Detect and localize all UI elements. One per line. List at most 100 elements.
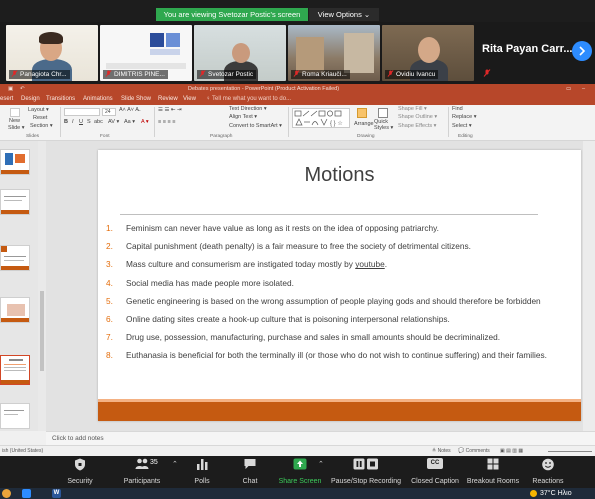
closed-caption-button[interactable]: CC Closed Caption bbox=[411, 456, 459, 488]
select-button[interactable]: Select ▾ bbox=[452, 123, 472, 130]
minimize-icon[interactable]: – bbox=[582, 84, 585, 94]
slide-footer-band bbox=[98, 402, 581, 421]
strikethrough-button[interactable]: S bbox=[87, 119, 91, 126]
ribbon-options-icon[interactable]: ▭ bbox=[566, 84, 571, 94]
tab-slide-show[interactable]: Slide Show bbox=[121, 94, 151, 105]
text-highlight-icon[interactable]: A ▾ bbox=[141, 119, 149, 126]
participants-caret-icon[interactable]: ⌃ bbox=[172, 460, 178, 468]
grow-shrink-font-icon[interactable]: A˄ A˅ A̶ bbox=[119, 107, 139, 114]
tab-design[interactable]: Design bbox=[21, 94, 40, 105]
save-icon[interactable]: ▣ bbox=[8, 84, 13, 94]
security-button[interactable]: Security bbox=[62, 456, 98, 488]
next-participants-button[interactable] bbox=[572, 41, 592, 61]
shapes-gallery[interactable]: { } ☆ bbox=[292, 108, 350, 128]
view-options-button[interactable]: View Options ⌄ bbox=[309, 8, 379, 21]
motion-text-part: Mass culture and consumerism are instiga… bbox=[126, 259, 356, 270]
find-button[interactable]: Find bbox=[452, 106, 463, 113]
bold-button[interactable]: B bbox=[64, 119, 68, 126]
slide-thumbnail[interactable] bbox=[0, 297, 30, 323]
align-text-button[interactable]: Align Text ▾ bbox=[229, 114, 257, 121]
tell-me-search[interactable]: ♀ Tell me what you want to do... bbox=[206, 94, 291, 105]
slide-thumbnail[interactable] bbox=[0, 149, 30, 175]
zoom-app-icon[interactable] bbox=[22, 489, 31, 498]
new-slide-icon[interactable] bbox=[10, 108, 20, 117]
zoom-slider[interactable] bbox=[548, 451, 592, 452]
recording-button[interactable]: Pause/Stop Recording bbox=[331, 456, 401, 488]
share-caret-icon[interactable]: ⌃ bbox=[318, 460, 324, 468]
tab-animations[interactable]: Animations bbox=[83, 94, 113, 105]
polls-button[interactable]: Polls bbox=[188, 456, 216, 488]
tab-view[interactable]: View bbox=[183, 94, 196, 105]
viewing-screen-banner: You are viewing Svetozar Postic's screen bbox=[156, 8, 308, 21]
thumbnail-scrollbar[interactable] bbox=[38, 141, 46, 431]
share-screen-label: Share Screen bbox=[278, 478, 322, 485]
new-slide-button[interactable]: New bbox=[9, 118, 20, 125]
arrange-button[interactable]: Arrange bbox=[354, 121, 374, 128]
text-direction-button[interactable]: Text Direction ▾ bbox=[229, 106, 267, 113]
change-case-icon[interactable]: AV ▾ bbox=[108, 119, 119, 126]
tab-insert[interactable]: esert bbox=[0, 94, 13, 105]
undo-icon[interactable]: ↶ bbox=[20, 84, 25, 94]
motion-number: 3. bbox=[106, 259, 113, 270]
participant-tile[interactable]: DIMITRIS PINE... bbox=[100, 25, 192, 81]
align-icon[interactable]: ≡ ≡ ≡ ≡ bbox=[158, 119, 175, 126]
shape-outline-button[interactable]: Shape Outline ▾ bbox=[398, 114, 437, 121]
font-color-icon[interactable]: Aa ▾ bbox=[124, 119, 135, 126]
slide-scrollbar[interactable] bbox=[583, 141, 595, 431]
shape-effects-button[interactable]: Shape Effects ▾ bbox=[398, 123, 436, 130]
character-spacing-icon[interactable]: abc bbox=[94, 119, 103, 126]
motions-list[interactable]: 1. Feminism can never have value as long… bbox=[106, 223, 562, 361]
bullets-icon[interactable]: ☰ ☰ ⇤ ⇥ bbox=[158, 107, 182, 114]
motion-text: Genetic engineering is based on the wron… bbox=[126, 295, 541, 306]
replace-button[interactable]: Replace ▾ bbox=[452, 114, 476, 121]
chat-label: Chat bbox=[242, 478, 258, 485]
slide[interactable]: Motions 1. Feminism can never have value… bbox=[98, 150, 581, 421]
reactions-button[interactable]: Reactions bbox=[530, 456, 566, 488]
quick-styles-button[interactable]: Quick Styles ▾ bbox=[374, 119, 396, 131]
motion-text: Online dating sites create a hook-up cul… bbox=[126, 314, 450, 325]
chat-button[interactable]: Chat bbox=[236, 456, 264, 488]
participants-count: 35 bbox=[150, 459, 158, 466]
security-label: Security bbox=[67, 478, 93, 485]
arrange-icon bbox=[357, 108, 367, 118]
shape-fill-button[interactable]: Shape Fill ▾ bbox=[398, 106, 427, 113]
italic-button[interactable]: I bbox=[72, 119, 74, 126]
weather-text[interactable]: 37°C Ηλιο bbox=[540, 488, 572, 499]
participant-tile[interactable]: Roma Kriaučì... bbox=[288, 25, 380, 81]
participant-tile[interactable]: Panagiota Chr... bbox=[6, 25, 98, 81]
reset-button[interactable]: Reset bbox=[33, 115, 47, 122]
word-icon[interactable]: W bbox=[52, 489, 61, 498]
slide-canvas: Motions 1. Feminism can never have value… bbox=[46, 141, 595, 431]
participants-label: Participants bbox=[123, 478, 161, 485]
group-paragraph-label: Paragraph bbox=[210, 134, 233, 139]
breakout-rooms-button[interactable]: Breakout Rooms bbox=[467, 456, 519, 488]
layout-button[interactable]: Layout ▾ bbox=[28, 107, 49, 114]
scrollbar-thumb[interactable] bbox=[40, 291, 44, 371]
chrome-icon[interactable] bbox=[2, 489, 11, 498]
participants-button[interactable]: Participants bbox=[118, 456, 166, 488]
tab-transitions[interactable]: Transitions bbox=[46, 94, 75, 105]
participant-name-rita[interactable]: Rita Payan Carr... bbox=[482, 43, 573, 55]
participant-tile[interactable]: Ovidiu Ivancu bbox=[382, 25, 474, 81]
ribbon-divider bbox=[288, 107, 289, 137]
motion-item: 3. Mass culture and consumerism are inst… bbox=[106, 259, 562, 269]
participant-tile[interactable]: Svetozar Postic bbox=[194, 25, 286, 81]
new-slide-dropdown[interactable]: Slide ▾ bbox=[8, 125, 25, 132]
svg-text:{ } ☆: { } ☆ bbox=[330, 120, 343, 127]
convert-smartart-button[interactable]: Convert to SmartArt ▾ bbox=[229, 123, 282, 130]
ppt-window-title: Debates presentation - PowerPoint (Produ… bbox=[188, 86, 340, 92]
bar-chart-icon bbox=[197, 459, 208, 470]
section-button[interactable]: Section ▾ bbox=[30, 123, 53, 130]
share-screen-button[interactable]: Share Screen bbox=[278, 456, 322, 488]
slide-thumbnail[interactable] bbox=[0, 245, 30, 271]
slide-thumbnail[interactable] bbox=[0, 403, 30, 429]
slide-title[interactable]: Motions bbox=[98, 164, 581, 187]
top-banner: You are viewing Svetozar Postic's screen… bbox=[0, 0, 595, 22]
slide-thumbnail-selected[interactable] bbox=[0, 355, 30, 385]
notes-pane[interactable]: Click to add notes bbox=[46, 431, 595, 445]
font-name-field[interactable] bbox=[64, 108, 100, 116]
slide-thumbnail[interactable] bbox=[0, 189, 30, 215]
underline-button[interactable]: U bbox=[79, 119, 83, 126]
font-size-field[interactable]: 24 bbox=[102, 108, 116, 116]
tab-review[interactable]: Review bbox=[158, 94, 178, 105]
